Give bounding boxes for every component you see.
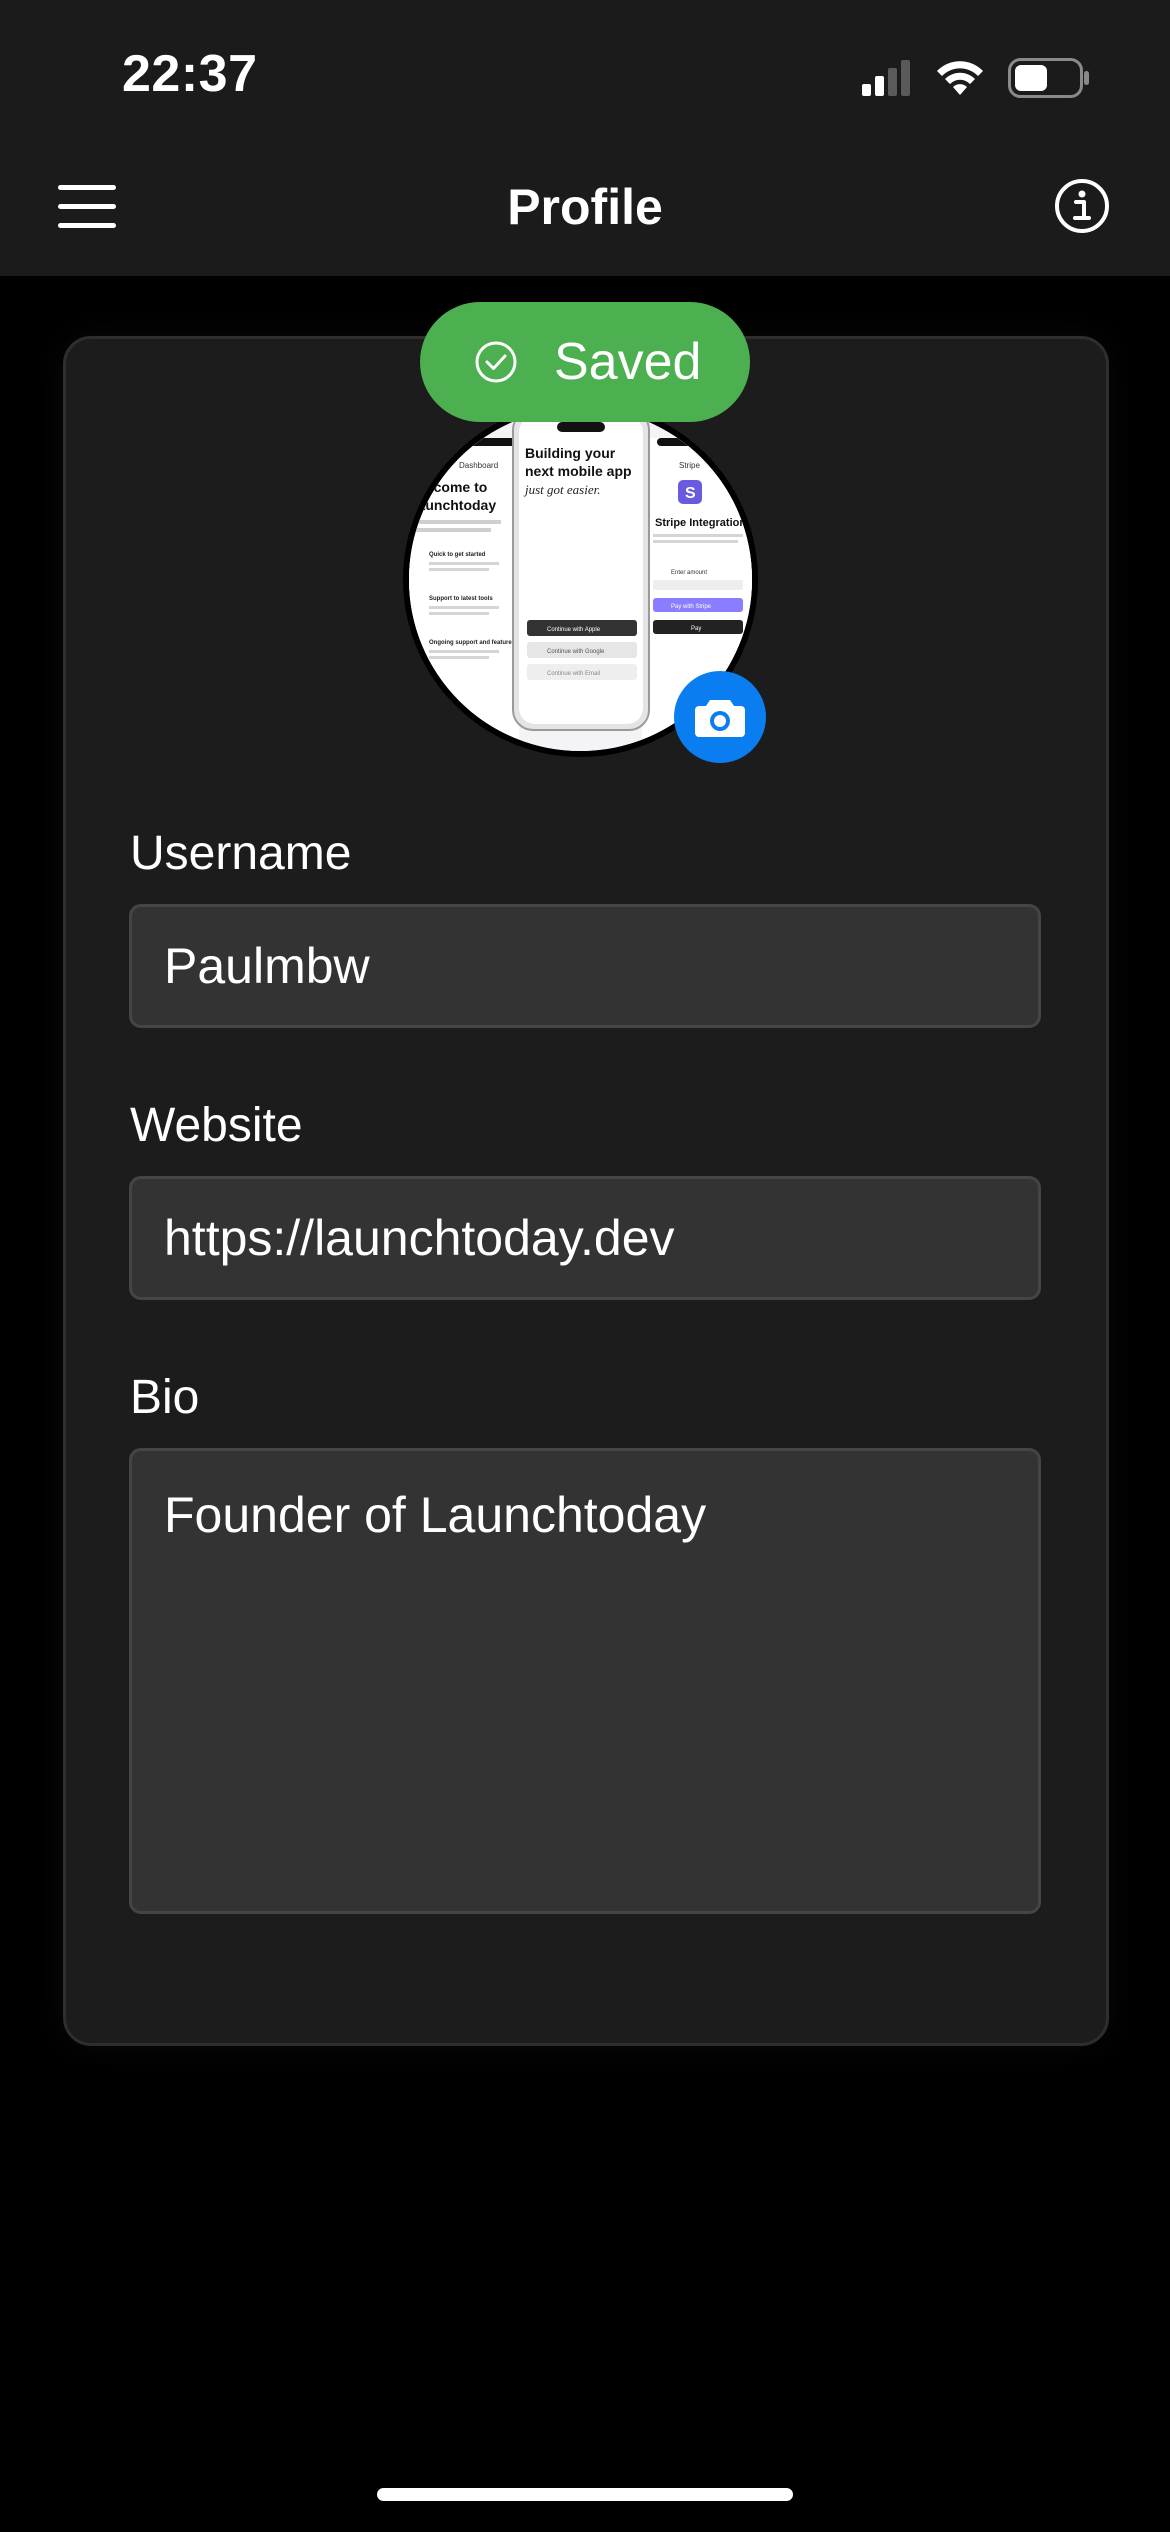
avatar-center-tagline: just got easier. <box>523 482 600 497</box>
page-title: Profile <box>507 179 663 235</box>
cellular-signal-icon <box>862 60 910 96</box>
change-photo-button[interactable] <box>674 671 766 763</box>
avatar-left-heading-2: Launchtoday <box>409 497 496 513</box>
battery-icon <box>1008 58 1089 98</box>
avatar-left-section-2: Support to latest tools <box>429 596 493 602</box>
bio-textarea[interactable]: Founder of Launchtoday <box>129 1448 1041 1914</box>
nav-bar: Profile <box>0 140 1170 276</box>
home-indicator <box>377 2488 793 2501</box>
avatar-left-section-3: Ongoing support and features <box>429 640 516 646</box>
avatar-left-section-1: Quick to get started <box>429 552 486 558</box>
avatar-center-button-2: Continue with Google <box>547 649 605 655</box>
avatar-center-heading-1: Building your <box>525 445 616 461</box>
saved-toast: Saved <box>420 302 750 422</box>
info-icon[interactable] <box>1054 178 1110 234</box>
avatar-center-button-1: Continue with Apple <box>547 627 601 633</box>
camera-icon <box>695 700 745 737</box>
website-label: Website <box>130 1099 303 1152</box>
avatar-center-heading-2: next mobile app <box>525 463 632 479</box>
username-input[interactable] <box>129 904 1041 1028</box>
status-time: 22:37 <box>122 45 258 103</box>
avatar-left-tab: Dashboard <box>459 461 498 470</box>
avatar-right-tab: Stripe <box>679 461 700 470</box>
check-circle-icon <box>475 341 517 383</box>
avatar-right-heading: Stripe Integration <box>655 517 746 529</box>
status-bar: 22:37 <box>0 0 1170 140</box>
wifi-icon <box>937 61 983 95</box>
avatar-center-button-3: Continue with Email <box>547 671 600 677</box>
toast-label: Saved <box>554 333 702 391</box>
avatar-stripe-letter: S <box>685 485 696 502</box>
avatar-right-button-1: Pay with Stripe <box>671 604 712 610</box>
username-label: Username <box>130 827 352 880</box>
website-input[interactable] <box>129 1176 1041 1300</box>
avatar-right-field: Enter amount <box>671 570 707 576</box>
bio-label: Bio <box>130 1371 200 1424</box>
status-icons <box>862 56 1090 100</box>
avatar-right-button-2: Pay <box>691 626 701 632</box>
